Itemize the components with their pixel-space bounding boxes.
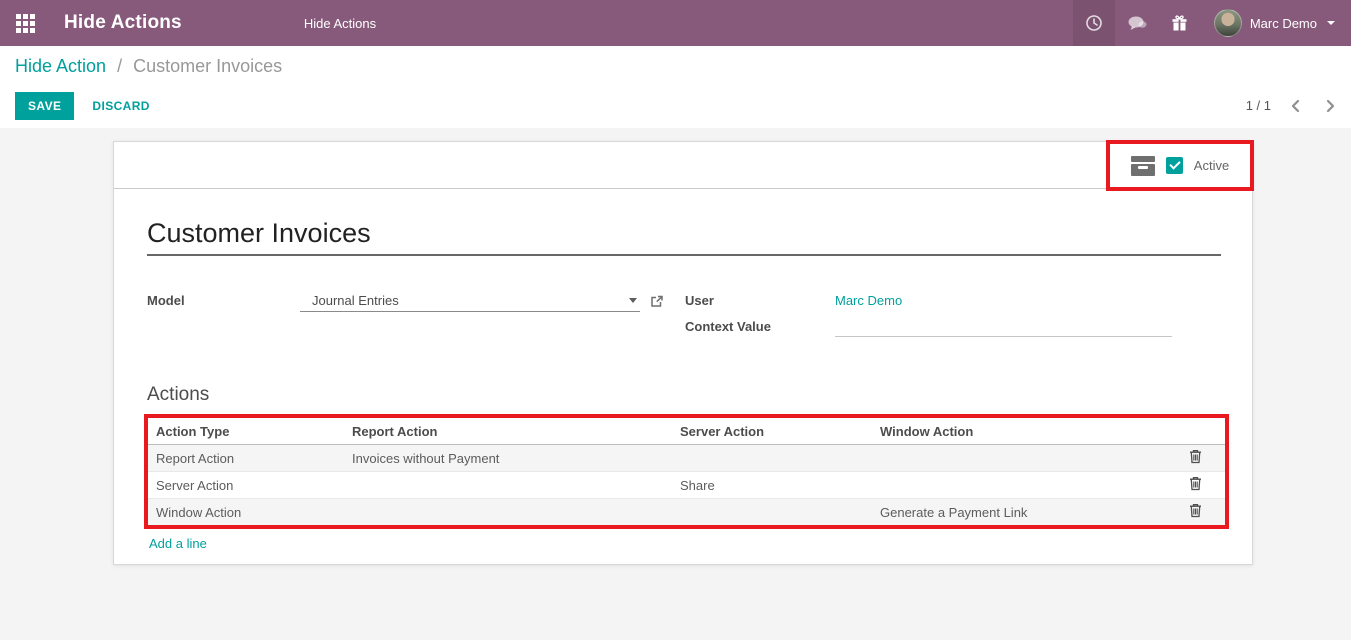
fields-grid: Model Journal Entries User Mar [147,290,1219,342]
active-annotation-box: Active [1106,140,1254,191]
discard-button[interactable]: DISCARD [86,92,155,120]
breadcrumb-parent-link[interactable]: Hide Action [15,56,106,76]
fields-right-column: User Marc Demo Context Value [685,290,1219,342]
cell-action-type[interactable]: Server Action [148,472,344,499]
header-report-action: Report Action [344,418,672,445]
chat-icon [1127,15,1147,32]
header-trash-column [1162,418,1225,445]
user-field-row: User Marc Demo [685,290,1219,314]
header-window-action: Window Action [872,418,1162,445]
actions-section-title: Actions [147,384,1219,406]
actions-table: Action Type Report Action Server Action … [148,418,1225,525]
record-title-field[interactable]: Customer Invoices [147,218,1221,256]
cell-window-action[interactable]: Generate a Payment Link [872,499,1162,526]
actions-table-header-row: Action Type Report Action Server Action … [148,418,1225,445]
cell-report-action[interactable] [344,472,672,499]
cell-server-action[interactable] [672,445,872,472]
gift-button[interactable] [1159,0,1200,46]
cell-report-action[interactable] [344,499,672,526]
form-status-bar: Active [114,142,1252,189]
cell-report-action[interactable]: Invoices without Payment [344,445,672,472]
table-row[interactable]: Report Action Invoices without Payment [148,445,1225,472]
model-field-label: Model [147,290,300,308]
cell-action-type[interactable]: Window Action [148,499,344,526]
messages-button[interactable] [1115,0,1159,46]
pager-value: 1 / 1 [1246,98,1271,113]
form-sheet: Customer Invoices Model Journal Entries [114,218,1252,553]
user-field-label: User [685,290,835,308]
clock-icon [1085,14,1103,32]
add-a-line-link[interactable]: Add a line [149,536,207,551]
avatar [1214,9,1242,37]
pager-next-button[interactable] [1320,99,1341,113]
control-panel: Hide Action / Customer Invoices SAVE DIS… [0,46,1351,128]
actions-table-annotation-box: Action Type Report Action Server Action … [144,414,1229,529]
breadcrumb-current: Customer Invoices [133,56,282,76]
apps-menu-button[interactable] [0,0,50,46]
table-row[interactable]: Server Action Share [148,472,1225,499]
navbar-right: Marc Demo [1073,0,1351,46]
apps-grid-icon [16,14,35,33]
archive-icon [1131,156,1155,176]
breadcrumb: Hide Action / Customer Invoices [15,56,282,77]
cell-server-action[interactable]: Share [672,472,872,499]
gift-icon [1171,15,1188,32]
fields-left-column: Model Journal Entries [147,290,685,342]
cell-window-action[interactable] [872,472,1162,499]
breadcrumb-separator: / [117,56,122,76]
button-row: SAVE DISCARD [15,92,156,120]
model-value[interactable]: Journal Entries [302,293,629,308]
model-field-row: Model Journal Entries [147,290,685,314]
model-input[interactable]: Journal Entries [300,290,640,312]
delete-row-button[interactable] [1179,476,1212,494]
context-field-label: Context Value [685,316,835,334]
delete-row-button[interactable] [1179,449,1212,467]
user-name: Marc Demo [1250,16,1317,31]
active-checkbox[interactable] [1166,157,1183,174]
active-checkbox-label: Active [1194,158,1229,173]
activities-button[interactable] [1073,0,1115,46]
cell-action-type[interactable]: Report Action [148,445,344,472]
app-title[interactable]: Hide Actions [64,12,182,34]
chevron-down-icon [1327,21,1335,25]
cell-window-action[interactable] [872,445,1162,472]
model-m2o-widget: Journal Entries [300,290,664,312]
context-value-input[interactable] [835,316,1172,337]
form-card: Active Customer Invoices Model Journal E… [113,141,1253,565]
delete-row-button[interactable] [1179,503,1212,521]
nav-menu-hide-actions[interactable]: Hide Actions [304,16,376,31]
navbar: Hide Actions Hide Actions Marc Demo [0,0,1351,46]
save-button[interactable]: SAVE [15,92,74,120]
user-menu[interactable]: Marc Demo [1200,0,1351,46]
record-title[interactable]: Customer Invoices [147,218,1221,249]
table-row[interactable]: Window Action Generate a Payment Link [148,499,1225,526]
user-value-link[interactable]: Marc Demo [835,290,902,308]
pager-previous-button[interactable] [1285,99,1306,113]
external-link-icon[interactable] [649,294,664,309]
header-action-type: Action Type [148,418,344,445]
model-dropdown-caret-icon[interactable] [629,298,637,303]
pager: 1 / 1 [1246,92,1341,119]
header-server-action: Server Action [672,418,872,445]
cell-server-action[interactable] [672,499,872,526]
context-field-row: Context Value [685,316,1219,340]
